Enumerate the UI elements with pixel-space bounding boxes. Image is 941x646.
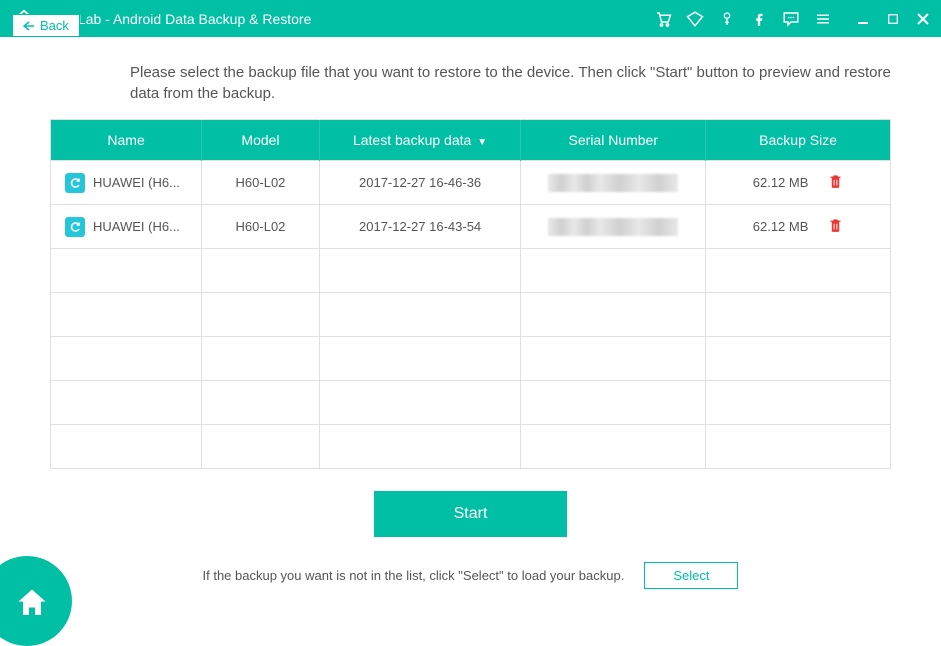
menu-icon[interactable]: [813, 9, 833, 29]
backup-table: Name Model Latest backup data▼ Serial Nu…: [50, 119, 891, 469]
table-row[interactable]: HUAWEI (H6... H60-L02 2017-12-27 16-43-5…: [51, 205, 891, 249]
backup-date: 2017-12-27 16-46-36: [319, 161, 521, 205]
table-row[interactable]: HUAWEI (H6... H60-L02 2017-12-27 16-46-3…: [51, 161, 891, 205]
backup-date: 2017-12-27 16-43-54: [319, 205, 521, 249]
table-row-empty: [51, 293, 891, 337]
serial-blurred: [548, 218, 678, 236]
minimize-button[interactable]: [855, 11, 871, 27]
table-row-empty: [51, 249, 891, 293]
header-serial[interactable]: Serial Number: [521, 120, 706, 161]
feedback-icon[interactable]: [781, 9, 801, 29]
serial-blurred: [548, 174, 678, 192]
header-size[interactable]: Backup Size: [706, 120, 891, 161]
instruction-text: Please select the backup file that you w…: [130, 62, 891, 104]
close-button[interactable]: [915, 11, 931, 27]
backup-name: HUAWEI (H6...: [93, 219, 180, 234]
start-button[interactable]: Start: [374, 491, 568, 537]
backup-size: 62.12 MB: [753, 175, 809, 190]
back-button[interactable]: Back: [12, 14, 80, 37]
delete-icon[interactable]: [828, 173, 843, 192]
backup-name: HUAWEI (H6...: [93, 175, 180, 190]
backup-model: H60-L02: [202, 161, 320, 205]
back-label: Back: [40, 18, 69, 33]
table-row-empty: [51, 381, 891, 425]
table-row-empty: [51, 337, 891, 381]
header-latest-backup[interactable]: Latest backup data▼: [319, 120, 521, 161]
key-icon[interactable]: [717, 9, 737, 29]
device-refresh-icon: [65, 173, 85, 193]
maximize-button[interactable]: [885, 11, 901, 27]
footer-hint: If the backup you want is not in the lis…: [203, 568, 625, 583]
sort-down-icon: ▼: [477, 137, 487, 148]
delete-icon[interactable]: [828, 217, 843, 236]
facebook-icon[interactable]: [749, 9, 769, 29]
backup-model: H60-L02: [202, 205, 320, 249]
wifi-icon[interactable]: [685, 9, 705, 29]
cart-icon[interactable]: [653, 9, 673, 29]
device-refresh-icon: [65, 217, 85, 237]
header-name[interactable]: Name: [51, 120, 202, 161]
header-model[interactable]: Model: [202, 120, 320, 161]
backup-size: 62.12 MB: [753, 219, 809, 234]
select-button[interactable]: Select: [644, 562, 738, 589]
titlebar: FoneLab - Android Data Backup & Restore: [0, 0, 941, 37]
table-row-empty: [51, 425, 891, 469]
app-title: FoneLab - Android Data Backup & Restore: [46, 11, 311, 27]
